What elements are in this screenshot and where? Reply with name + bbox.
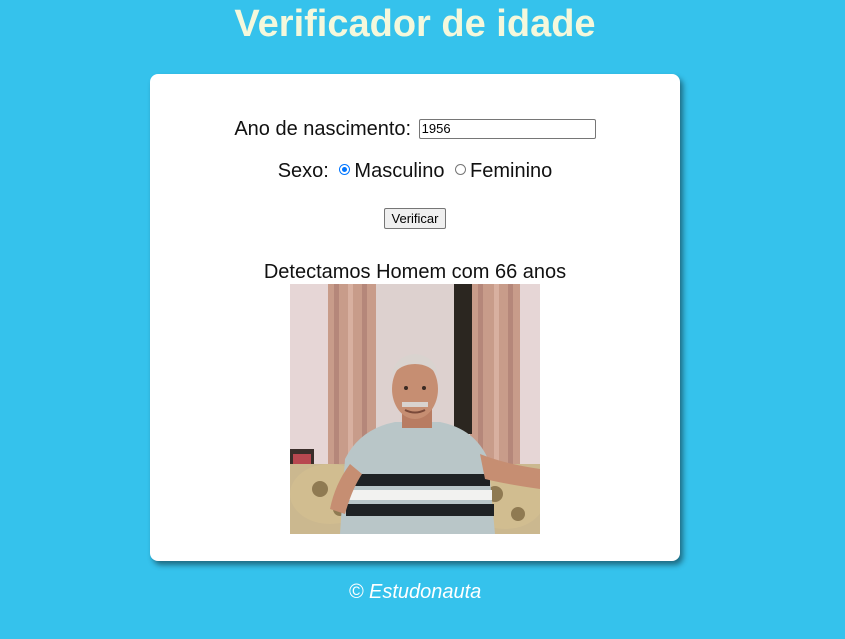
birth-year-label: Ano de nascimento:: [234, 118, 412, 140]
radio-masculino-label[interactable]: Masculino: [354, 160, 444, 182]
result-photo: [290, 284, 540, 534]
sex-label: Sexo:: [277, 160, 329, 182]
submit-row: Verificar: [150, 206, 680, 229]
birth-year-input[interactable]: [418, 118, 596, 139]
verify-button[interactable]: Verificar: [383, 208, 447, 229]
radio-feminino-label[interactable]: Feminino: [470, 160, 552, 182]
radio-feminino[interactable]: [455, 164, 467, 176]
sex-row: Sexo: Masculino Feminino: [150, 158, 680, 184]
footer-copyright: © Estudonauta: [348, 581, 482, 603]
form-card: Ano de nascimento: Sexo: Masculino Femin…: [150, 74, 680, 561]
page-title: Verificador de idade: [234, 3, 596, 45]
radio-masculino[interactable]: [339, 164, 351, 176]
birth-year-row: Ano de nascimento:: [150, 116, 680, 142]
result-text: Detectamos Homem com 66 anos: [263, 261, 567, 283]
